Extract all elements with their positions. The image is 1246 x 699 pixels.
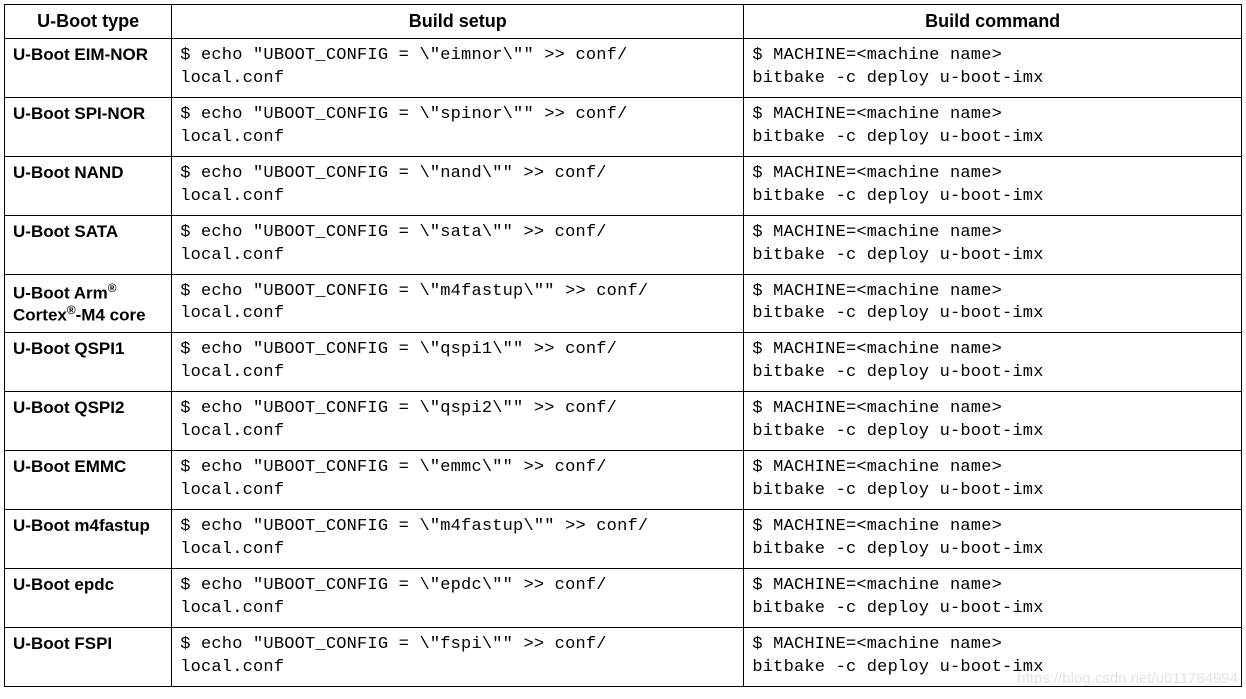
setup-cell: $ echo "UBOOT_CONFIG = \"epdc\"" >> conf… (172, 568, 744, 627)
uboot-build-table: U-Boot type Build setup Build command U-… (4, 4, 1242, 687)
table-body: U-Boot EIM-NOR$ echo "UBOOT_CONFIG = \"e… (5, 39, 1242, 687)
type-cell: U-Boot NAND (5, 156, 172, 215)
header-cmd: Build command (744, 5, 1242, 39)
type-cell: U-Boot QSPI1 (5, 333, 172, 392)
cmd-cell: $ MACHINE=<machine name> bitbake -c depl… (744, 39, 1242, 98)
setup-cell: $ echo "UBOOT_CONFIG = \"emmc\"" >> conf… (172, 451, 744, 510)
table-header: U-Boot type Build setup Build command (5, 5, 1242, 39)
type-cell: U-Boot SPI-NOR (5, 97, 172, 156)
setup-cell: $ echo "UBOOT_CONFIG = \"spinor\"" >> co… (172, 97, 744, 156)
setup-cell: $ echo "UBOOT_CONFIG = \"fspi\"" >> conf… (172, 627, 744, 686)
table-row: U-Boot EIM-NOR$ echo "UBOOT_CONFIG = \"e… (5, 39, 1242, 98)
table-row: U-Boot NAND$ echo "UBOOT_CONFIG = \"nand… (5, 156, 1242, 215)
cmd-cell: $ MACHINE=<machine name> bitbake -c depl… (744, 215, 1242, 274)
table-row: U-Boot QSPI2$ echo "UBOOT_CONFIG = \"qsp… (5, 392, 1242, 451)
header-type: U-Boot type (5, 5, 172, 39)
table-row: U-Boot m4fastup$ echo "UBOOT_CONFIG = \"… (5, 510, 1242, 569)
table-row: U-Boot SPI-NOR$ echo "UBOOT_CONFIG = \"s… (5, 97, 1242, 156)
cmd-cell: $ MACHINE=<machine name> bitbake -c depl… (744, 156, 1242, 215)
setup-cell: $ echo "UBOOT_CONFIG = \"nand\"" >> conf… (172, 156, 744, 215)
table-row: U-Boot EMMC$ echo "UBOOT_CONFIG = \"emmc… (5, 451, 1242, 510)
type-cell: U-Boot epdc (5, 568, 172, 627)
header-setup: Build setup (172, 5, 744, 39)
type-cell: U-Boot EMMC (5, 451, 172, 510)
table-row: U-Boot QSPI1$ echo "UBOOT_CONFIG = \"qsp… (5, 333, 1242, 392)
type-cell: U-Boot QSPI2 (5, 392, 172, 451)
type-cell: U-Boot FSPI (5, 627, 172, 686)
type-cell: U-Boot SATA (5, 215, 172, 274)
cmd-cell: $ MACHINE=<machine name> bitbake -c depl… (744, 392, 1242, 451)
cmd-cell: $ MACHINE=<machine name> bitbake -c depl… (744, 627, 1242, 686)
table-row: U-Boot FSPI$ echo "UBOOT_CONFIG = \"fspi… (5, 627, 1242, 686)
type-cell: U-Boot m4fastup (5, 510, 172, 569)
type-cell: U-Boot EIM-NOR (5, 39, 172, 98)
type-cell: U-Boot Arm® Cortex®-M4 core (5, 274, 172, 333)
setup-cell: $ echo "UBOOT_CONFIG = \"m4fastup\"" >> … (172, 510, 744, 569)
setup-cell: $ echo "UBOOT_CONFIG = \"m4fastup\"" >> … (172, 274, 744, 333)
cmd-cell: $ MACHINE=<machine name> bitbake -c depl… (744, 510, 1242, 569)
setup-cell: $ echo "UBOOT_CONFIG = \"eimnor\"" >> co… (172, 39, 744, 98)
setup-cell: $ echo "UBOOT_CONFIG = \"qspi1\"" >> con… (172, 333, 744, 392)
cmd-cell: $ MACHINE=<machine name> bitbake -c depl… (744, 97, 1242, 156)
cmd-cell: $ MACHINE=<machine name> bitbake -c depl… (744, 568, 1242, 627)
cmd-cell: $ MACHINE=<machine name> bitbake -c depl… (744, 333, 1242, 392)
cmd-cell: $ MACHINE=<machine name> bitbake -c depl… (744, 274, 1242, 333)
setup-cell: $ echo "UBOOT_CONFIG = \"sata\"" >> conf… (172, 215, 744, 274)
table-row: U-Boot epdc$ echo "UBOOT_CONFIG = \"epdc… (5, 568, 1242, 627)
table-row: U-Boot SATA$ echo "UBOOT_CONFIG = \"sata… (5, 215, 1242, 274)
setup-cell: $ echo "UBOOT_CONFIG = \"qspi2\"" >> con… (172, 392, 744, 451)
cmd-cell: $ MACHINE=<machine name> bitbake -c depl… (744, 451, 1242, 510)
table-row: U-Boot Arm® Cortex®-M4 core$ echo "UBOOT… (5, 274, 1242, 333)
